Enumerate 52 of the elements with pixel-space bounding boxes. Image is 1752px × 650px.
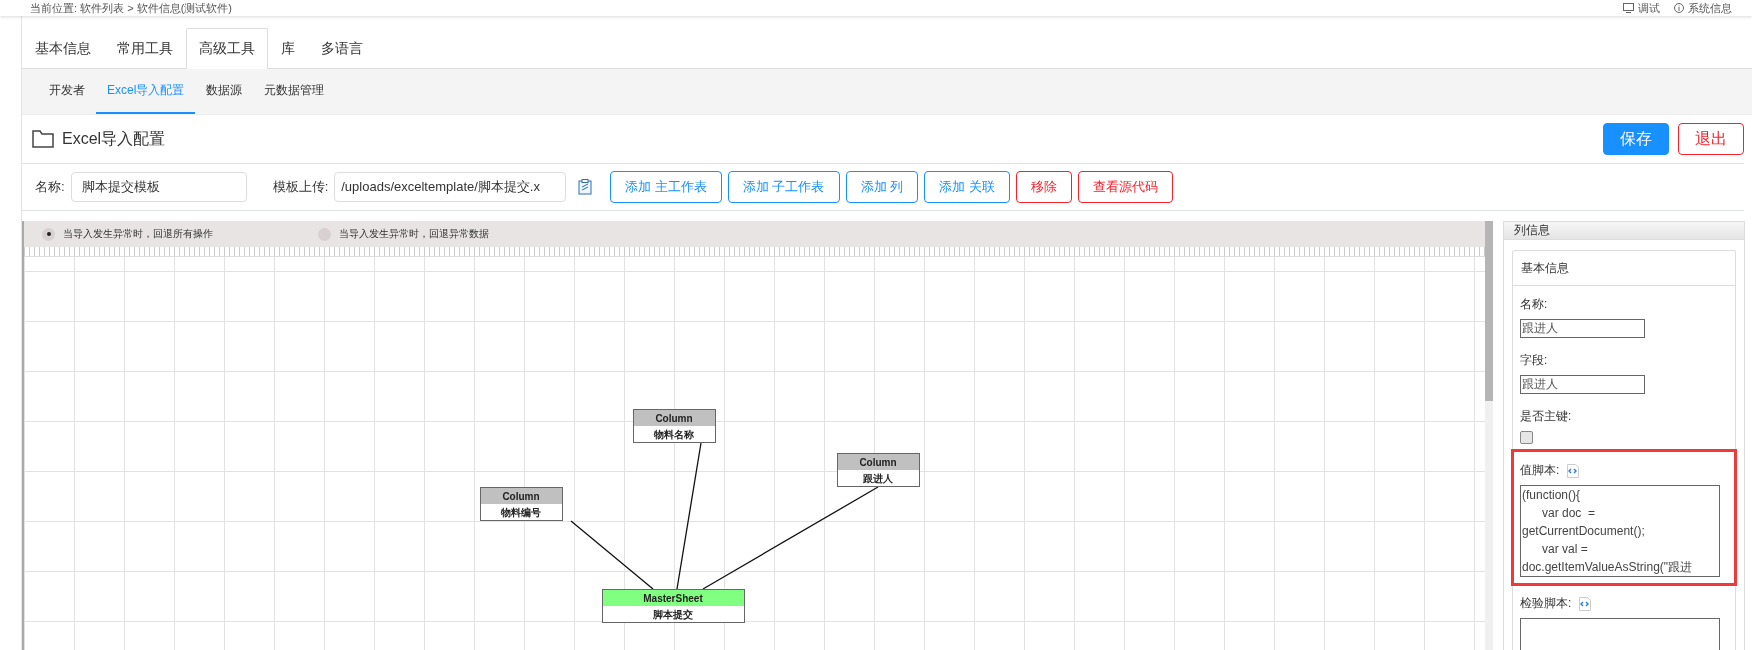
name-field[interactable]: 脚本提交模板 bbox=[70, 172, 247, 202]
clipboard-icon[interactable] bbox=[578, 179, 593, 195]
column-node[interactable]: Column 跟进人 bbox=[837, 453, 920, 487]
node-type-label: Column bbox=[859, 457, 897, 468]
node-type-label: Column bbox=[502, 491, 540, 502]
code-file-icon[interactable] bbox=[1567, 463, 1580, 478]
folder-icon bbox=[32, 130, 54, 148]
column-node[interactable]: Column 物料编号 bbox=[480, 487, 563, 521]
exit-button[interactable]: 退出 bbox=[1678, 123, 1744, 155]
node-name: 跟进人 bbox=[863, 473, 893, 484]
action-button[interactable]: 查看源代码 bbox=[1077, 171, 1173, 203]
node-name: 物料名称 bbox=[654, 429, 694, 440]
sheet-node[interactable]: MasterSheet 脚本提交 bbox=[602, 589, 745, 623]
field-label: 值脚本: bbox=[1520, 462, 1560, 479]
info-icon bbox=[1674, 3, 1684, 13]
field-label: 名称: bbox=[35, 178, 65, 196]
field-label: 是否主键: bbox=[1520, 408, 1572, 425]
node-type-label: Column bbox=[655, 413, 693, 424]
breadcrumb: 当前位置: 软件列表 > 软件信息(测试软件) bbox=[30, 0, 232, 16]
sub-tab[interactable]: 数据源 bbox=[195, 69, 254, 114]
text-field[interactable]: 跟进人 bbox=[1520, 319, 1645, 338]
section-title: 基本信息 bbox=[1513, 251, 1735, 286]
monitor-icon bbox=[1623, 3, 1634, 13]
tab[interactable]: 高级工具 bbox=[186, 28, 268, 69]
text-field[interactable]: 跟进人 bbox=[1520, 375, 1645, 394]
sub-tab[interactable]: 开发者 bbox=[38, 69, 96, 114]
tab[interactable]: 常用工具 bbox=[104, 28, 186, 69]
node-name: 脚本提交 bbox=[653, 609, 693, 620]
checkbox[interactable] bbox=[1520, 431, 1533, 444]
field-label: 名称: bbox=[1520, 296, 1548, 313]
template-path-field[interactable]: /uploads/exceltemplate/脚本提交.x bbox=[334, 172, 567, 202]
tab[interactable]: 多语言 bbox=[308, 28, 376, 69]
header-link[interactable]: 调试 bbox=[1623, 0, 1660, 16]
page-title: Excel导入配置 bbox=[62, 128, 166, 149]
action-button[interactable]: 移除 bbox=[1015, 171, 1072, 203]
code-file-icon[interactable] bbox=[1579, 596, 1592, 611]
panel-title: 列信息 bbox=[1504, 222, 1744, 240]
node-name: 物料编号 bbox=[501, 507, 541, 518]
node-type-label: MasterSheet bbox=[643, 593, 703, 604]
radio-label: 当导入发生异常时，回退异常数据 bbox=[339, 227, 489, 241]
sub-tab[interactable]: 元数据管理 bbox=[253, 69, 336, 114]
field-label: 检验脚本: bbox=[1520, 595, 1572, 612]
field-label: 字段: bbox=[1520, 352, 1548, 369]
radio-label: 当导入发生异常时，回退所有操作 bbox=[63, 227, 213, 241]
tab[interactable]: 基本信息 bbox=[22, 28, 104, 69]
column-node[interactable]: Column 物料名称 bbox=[633, 409, 716, 443]
script-field[interactable]: (function(){ var doc = getCurrentDocument(); var val = doc.getItemValueAsString("跟进 bbox=[1520, 485, 1720, 577]
header-link[interactable]: 系统信息 bbox=[1674, 0, 1732, 16]
field-label: 模板上传: bbox=[272, 178, 329, 196]
tab[interactable]: 库 bbox=[268, 28, 308, 69]
radio-button[interactable] bbox=[42, 227, 55, 241]
scrollbar[interactable] bbox=[1485, 221, 1493, 650]
